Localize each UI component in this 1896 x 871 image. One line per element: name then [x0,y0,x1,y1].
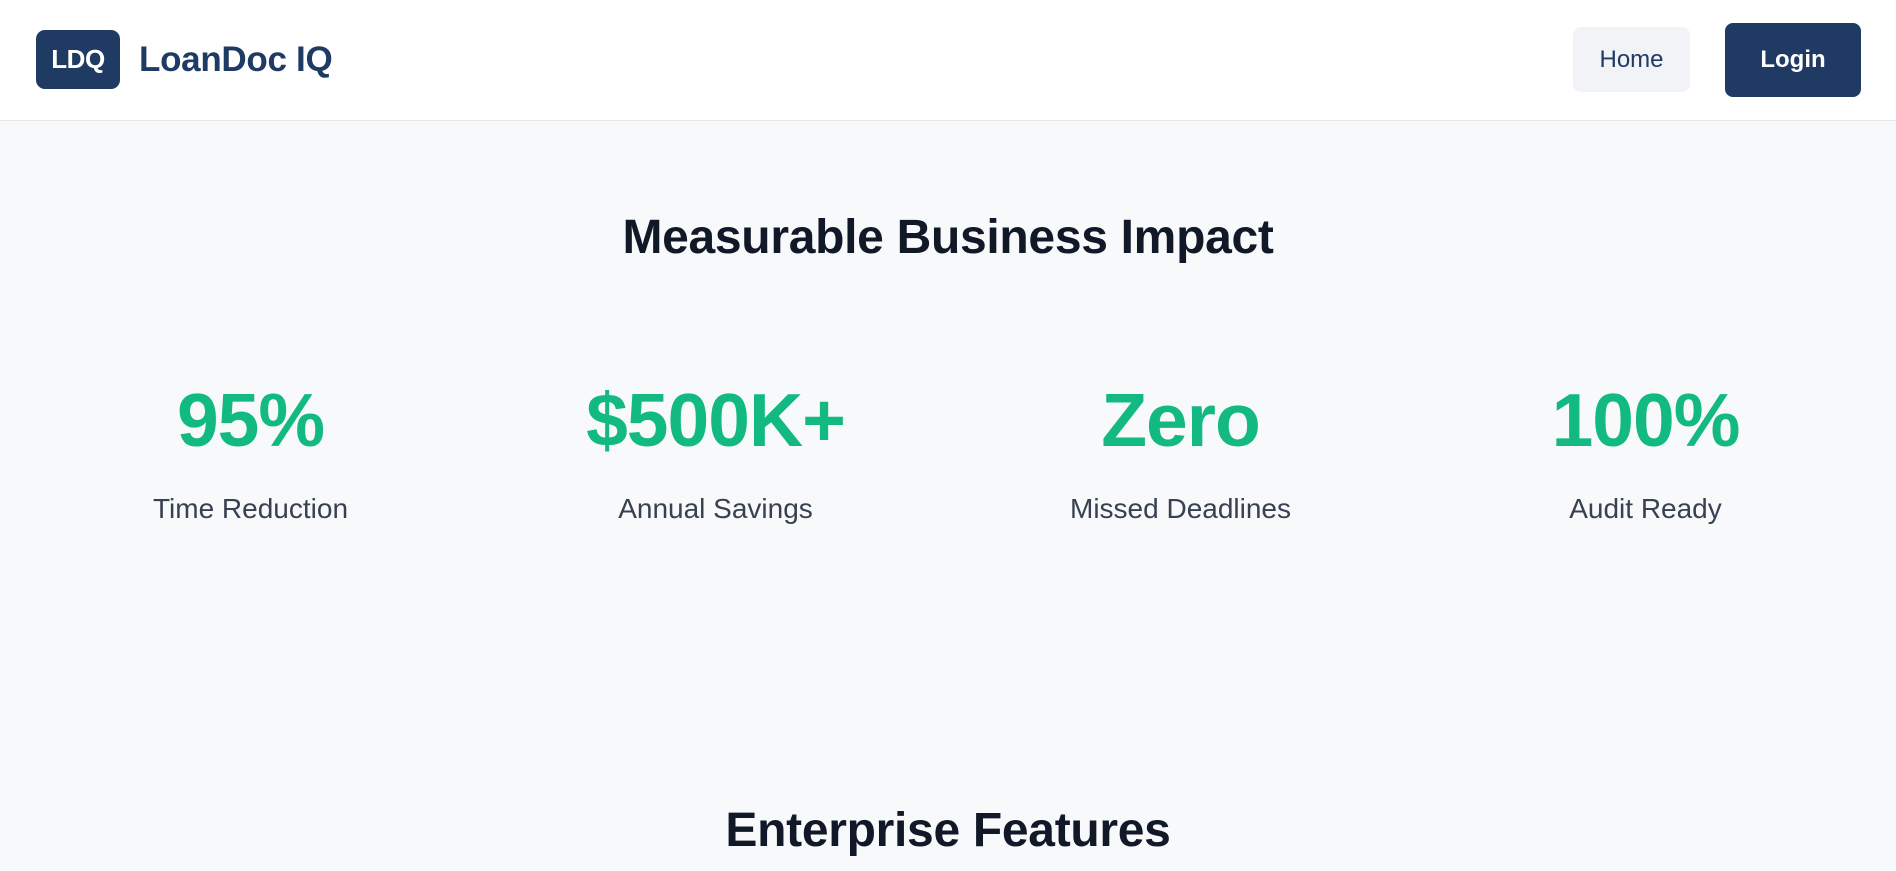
features-section-title: Enterprise Features [725,804,1171,857]
login-button[interactable]: Login [1725,23,1861,97]
stat-annual-savings: $500K+ Annual Savings [483,376,948,526]
stat-value: $500K+ [586,378,846,462]
brand-name: LoanDoc IQ [139,39,333,79]
logo-badge: LDQ [36,30,120,89]
stat-missed-deadlines: Zero Missed Deadlines [948,376,1413,526]
stat-label: Missed Deadlines [1070,493,1291,524]
stat-value: 95% [176,378,325,462]
stat-label: Audit Ready [1569,493,1722,524]
brand-logo-link[interactable]: LDQ LoanDoc IQ [36,30,333,89]
stat-label: Time Reduction [152,493,349,524]
stat-label: Annual Savings [618,493,813,524]
impact-section-title: Measurable Business Impact [622,211,1274,264]
stat-audit-ready: 100% Audit Ready [1413,376,1878,526]
stat-time-reduction: 95% Time Reduction [18,376,483,526]
site-header: LDQ LoanDoc IQ Home Login [0,0,1896,121]
stat-value: 100% [1551,378,1741,462]
home-button[interactable]: Home [1573,27,1690,92]
stat-value: Zero [1101,378,1261,462]
